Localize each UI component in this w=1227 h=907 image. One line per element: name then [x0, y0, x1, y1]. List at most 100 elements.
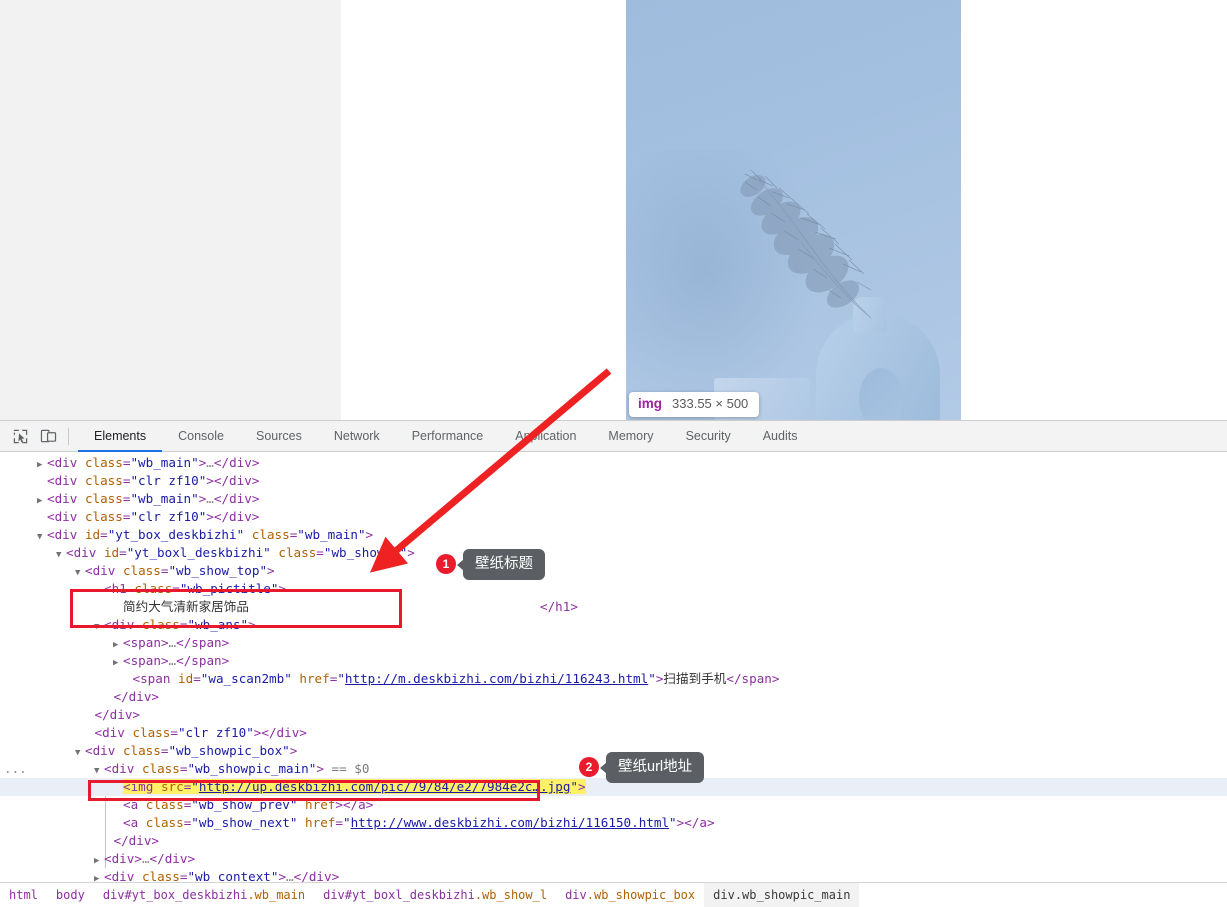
- breadcrumb-class-name: .wb_showpic_main: [734, 888, 851, 902]
- breadcrumb-item[interactable]: div#yt_box_deskbizhi .wb_main: [94, 883, 314, 907]
- dom-row[interactable]: <span>…</span>: [0, 634, 1227, 652]
- tab-console[interactable]: Console: [162, 421, 240, 452]
- tab-memory[interactable]: Memory: [592, 421, 669, 452]
- dom-row-code: <div class="wb_main">…</div>: [47, 491, 260, 506]
- breadcrumb-item[interactable]: div .wb_showpic_main: [704, 882, 860, 907]
- inspected-element-tooltip: img 333.55 × 500: [629, 392, 760, 417]
- devtools-tabs: Elements Console Sources Network Performance…: [78, 421, 813, 452]
- dom-row-indent: [0, 580, 94, 598]
- dom-row[interactable]: <div class="clr zf10"></div>: [0, 724, 1227, 742]
- breadcrumb: html body div#yt_box_deskbizhi .wb_main div#…: [0, 882, 1227, 907]
- breadcrumb-class-name: .wb_showpic_box: [586, 888, 696, 902]
- wallpaper-image[interactable]: [626, 0, 961, 420]
- dom-row-code: <div class="wb_showpic_main"> == $0: [104, 761, 370, 776]
- dom-row[interactable]: 简约大气清新家居饰品 </h1>: [0, 598, 1227, 616]
- dom-row[interactable]: </div>: [0, 832, 1227, 850]
- screenshot-root: img 333.55 × 500 Elements Console Sources N…: [0, 0, 1227, 907]
- tooltip-tag-name: img: [638, 396, 663, 411]
- dom-row-indent: [0, 526, 37, 544]
- dom-row-code: <div class="wb_ans">: [104, 617, 256, 632]
- annotation-callout-2: 壁纸url地址: [599, 752, 705, 783]
- breadcrumb-item[interactable]: div#yt_boxl_deskbizhi .wb_show_l: [314, 883, 556, 907]
- dom-row-indent: [0, 850, 94, 868]
- dom-row-code: </div>: [113, 833, 160, 848]
- dom-row-code: 简约大气清新家居饰品: [123, 599, 249, 614]
- dom-row-code: <span>…</span>: [123, 635, 230, 650]
- dom-row[interactable]: <div id="yt_box_deskbizhi" class="wb_mai…: [0, 526, 1227, 544]
- dom-row[interactable]: <span id="wa_scan2mb" href="http://m.des…: [0, 670, 1227, 688]
- breadcrumb-element-name: div#yt_box_deskbizhi: [102, 888, 248, 902]
- breadcrumb-element-name: body: [55, 888, 85, 902]
- inspect-element-icon[interactable]: [6, 421, 34, 452]
- dom-row[interactable]: <a class="wb_show_next" href="http://www…: [0, 814, 1227, 832]
- breadcrumb-element-name: html: [9, 888, 38, 902]
- dom-row[interactable]: </div>: [0, 688, 1227, 706]
- dom-row[interactable]: <div class="clr zf10"></div>: [0, 508, 1227, 526]
- breadcrumb-class-name: .wb_main: [247, 888, 306, 902]
- tab-sources[interactable]: Sources: [240, 421, 318, 452]
- dom-row-code: <h1 class="wb_pictitle">: [104, 581, 287, 596]
- annotation-badge-1: 1: [436, 554, 456, 574]
- dom-row-indent: [0, 778, 113, 796]
- dom-row[interactable]: <div class="wb_context">…</div>: [0, 868, 1227, 883]
- devtools-toolbar: Elements Console Sources Network Performance…: [0, 421, 1227, 452]
- dom-row-code: <span>…</span>: [123, 653, 230, 668]
- dom-row-code: </div>: [94, 707, 141, 722]
- tooltip-dimensions: 333.55 × 500: [672, 396, 749, 411]
- dom-row-ellipsis-marker: ...: [4, 761, 27, 776]
- annotation-badge-2: 2: [579, 757, 599, 777]
- dom-row-indent: [0, 706, 85, 724]
- dom-row[interactable]: </div>: [0, 706, 1227, 724]
- tab-elements[interactable]: Elements: [78, 421, 163, 452]
- dom-row[interactable]: <h1 class="wb_pictitle">: [0, 580, 1227, 598]
- dom-row[interactable]: <div class="wb_ans">: [0, 616, 1227, 634]
- dom-row-code: <div class="clr zf10"></div>: [47, 509, 260, 524]
- breadcrumb-element-name: div: [713, 888, 735, 902]
- dom-row-code: <img src="http://up.deskbizhi.com/pic/79…: [123, 779, 586, 794]
- dom-tree[interactable]: <div class="wb_main">…</div> <div class=…: [0, 452, 1227, 883]
- toolbar-separator: [68, 427, 69, 445]
- breadcrumb-item[interactable]: body: [47, 883, 94, 907]
- dom-row-code: <div id="yt_box_deskbizhi" class="wb_mai…: [47, 527, 374, 542]
- pampas-grass: [701, 150, 881, 319]
- dom-row-code: <div class="clr zf10"></div>: [94, 725, 307, 740]
- dom-row-indent: [0, 724, 85, 742]
- dom-row-indent: [0, 832, 104, 850]
- dom-row[interactable]: <div class="clr zf10"></div>: [0, 472, 1227, 490]
- tab-network[interactable]: Network: [318, 421, 396, 452]
- breadcrumb-item[interactable]: div .wb_showpic_box: [556, 883, 704, 907]
- device-toolbar-icon[interactable]: [34, 421, 62, 452]
- tab-performance[interactable]: Performance: [396, 421, 500, 452]
- tab-application[interactable]: Application: [499, 421, 592, 452]
- dom-row-indent: [0, 868, 94, 883]
- dom-row[interactable]: <div id="yt_boxl_deskbizhi" class="wb_sh…: [0, 544, 1227, 562]
- annotation-callout-1: 壁纸标题: [457, 549, 545, 580]
- dom-row[interactable]: <div>…</div>: [0, 850, 1227, 868]
- tab-audits[interactable]: Audits: [747, 421, 814, 452]
- dom-row-code: <div class="wb_context">…</div>: [104, 869, 340, 883]
- breadcrumb-item[interactable]: html: [0, 883, 47, 907]
- dom-row-indent: [0, 688, 104, 706]
- dom-row-code: <div class="wb_show_top">: [85, 563, 275, 578]
- breadcrumb-element-name: div#yt_boxl_deskbizhi: [323, 888, 475, 902]
- tab-security[interactable]: Security: [670, 421, 747, 452]
- dom-row-code: <span id="wa_scan2mb" href="http://m.des…: [132, 671, 780, 686]
- dom-row-code: <div class="wb_main">…</div>: [47, 455, 260, 470]
- dom-row-indent: [0, 544, 56, 562]
- dom-row-indent: [0, 670, 123, 688]
- dom-row[interactable]: <a class="wb_show_prev" href></a>: [0, 796, 1227, 814]
- dom-row[interactable]: <div class="wb_main">…</div>: [0, 490, 1227, 508]
- closing-h1-tag: </h1>: [540, 599, 578, 614]
- dom-row-code: <div id="yt_boxl_deskbizhi" class="wb_sh…: [66, 545, 415, 560]
- dom-row-indent: [0, 814, 113, 832]
- dom-row-code: <a class="wb_show_next" href="http://www…: [123, 815, 715, 830]
- dom-row-indent: [0, 634, 113, 652]
- dom-row-indent: [0, 616, 94, 634]
- breadcrumb-class-name: .wb_show_l: [474, 888, 548, 902]
- dom-row[interactable]: <div class="wb_main">…</div>: [0, 454, 1227, 472]
- dom-row-indent: [0, 490, 37, 508]
- dom-row[interactable]: <div class="wb_show_top">: [0, 562, 1227, 580]
- dom-row-code: </div>: [113, 689, 160, 704]
- dom-row-indent: [0, 508, 37, 526]
- dom-row[interactable]: <span>…</span>: [0, 652, 1227, 670]
